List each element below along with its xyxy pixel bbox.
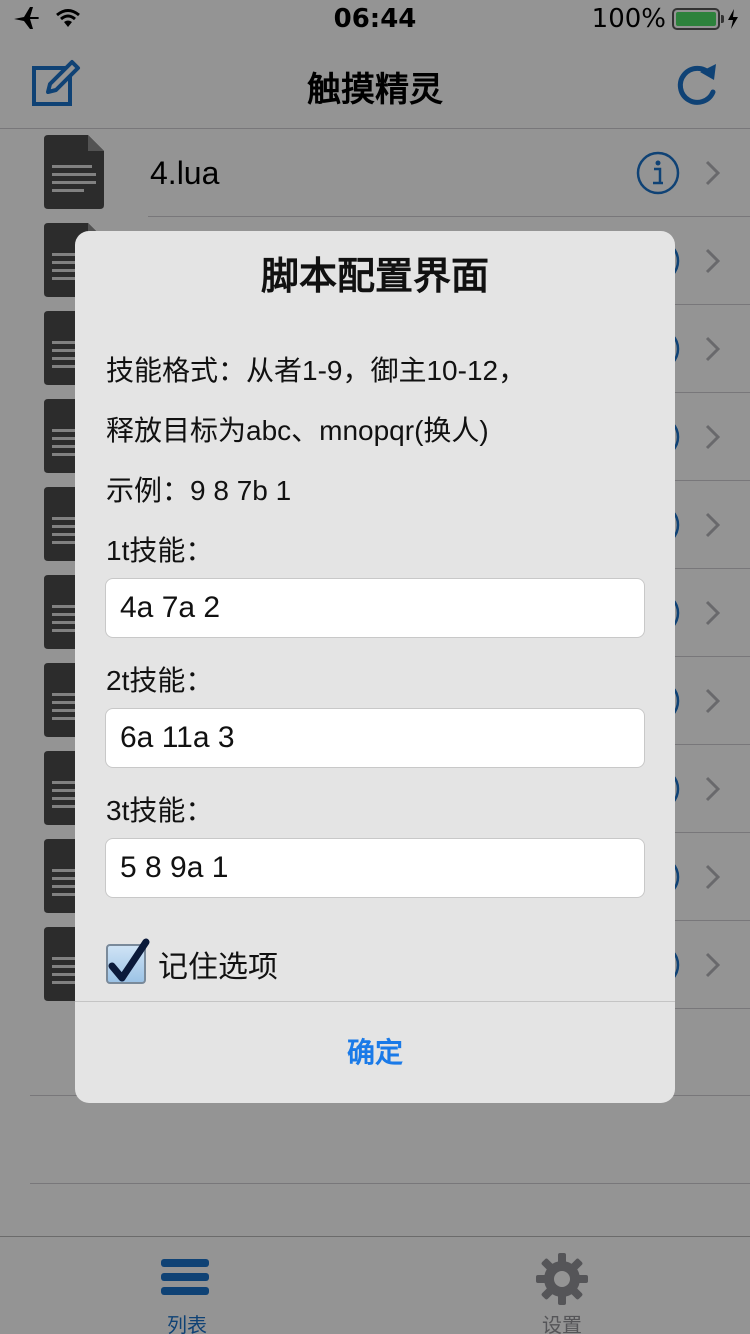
remember-option[interactable]: 记住选项 — [106, 938, 278, 987]
field1-label: 1t技能： — [106, 535, 214, 566]
format-description: 技能格式：从者1-9，御主10-12， — [106, 355, 527, 386]
target-description: 释放目标为abc、mnopqr(换人) — [106, 415, 489, 446]
field3-label: 3t技能： — [106, 795, 214, 826]
turn2-skill-input[interactable] — [105, 708, 645, 768]
config-dialog: 脚本配置界面 技能格式：从者1-9，御主10-12， 释放目标为abc、mnop… — [75, 231, 675, 1103]
turn3-skill-input[interactable] — [105, 838, 645, 898]
dialog-title: 脚本配置界面 — [260, 254, 489, 298]
remember-label: 记住选项 — [158, 950, 278, 985]
confirm-button[interactable]: 确定 — [75, 1002, 675, 1103]
remember-checkbox[interactable] — [106, 938, 150, 984]
turn1-skill-input[interactable] — [105, 578, 645, 638]
field2-label: 2t技能： — [106, 665, 214, 696]
checkmark-icon — [108, 938, 150, 982]
example-text: 示例：9 8 7b 1 — [106, 475, 292, 506]
